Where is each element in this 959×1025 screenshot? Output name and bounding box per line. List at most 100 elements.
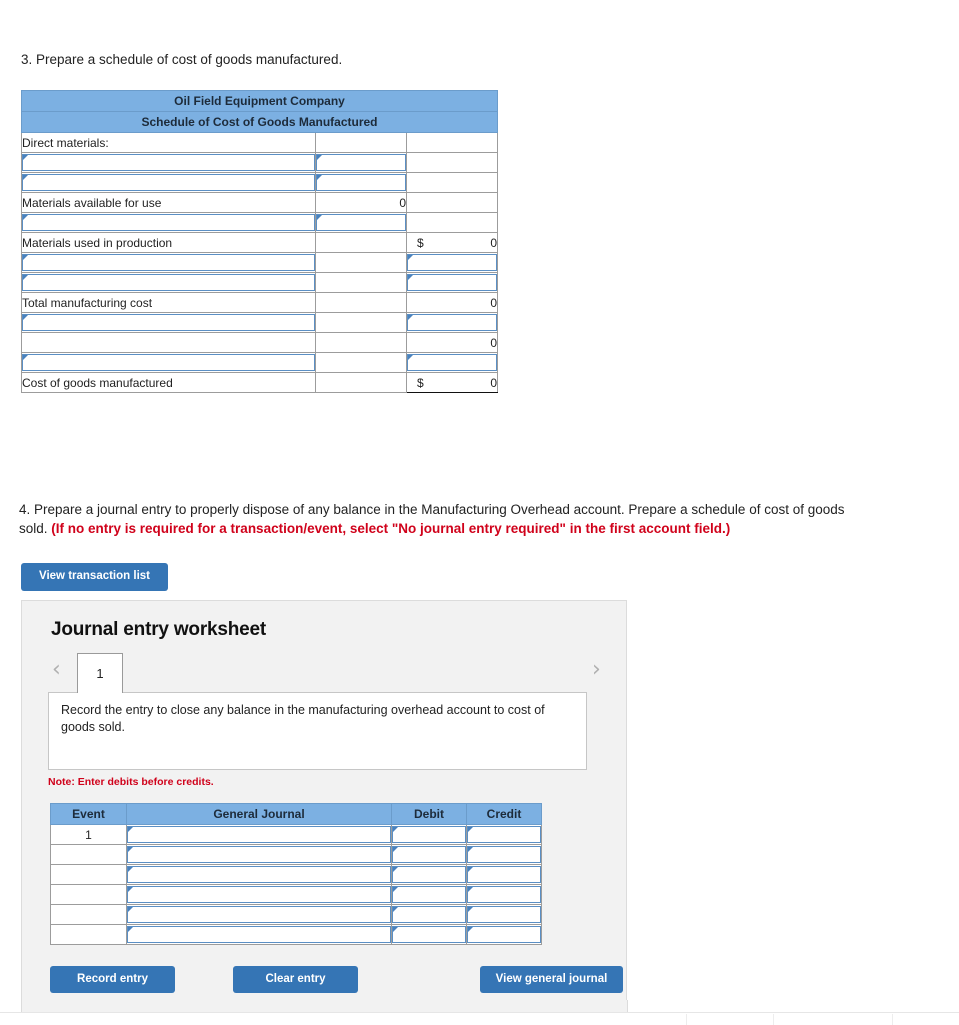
cogm-row-label: Direct materials: [21, 132, 316, 153]
account-dropdown[interactable] [127, 846, 391, 863]
cogm-description-input-cell[interactable] [21, 272, 316, 293]
account-dropdown[interactable] [127, 866, 391, 883]
journal-entry-row [50, 884, 542, 905]
bottom-strip-divider [773, 1014, 774, 1025]
amount-input[interactable] [407, 274, 498, 291]
credit-input[interactable] [467, 866, 541, 883]
debit-input[interactable] [392, 906, 466, 923]
journal-entry-row [50, 924, 542, 945]
amount-input[interactable] [316, 174, 406, 191]
journal-account-input-cell[interactable] [126, 864, 392, 885]
cogm-amount-input-cell[interactable] [315, 172, 407, 193]
page-bottom-strip [0, 1012, 959, 1025]
journal-debit-input-cell[interactable] [391, 864, 467, 885]
account-dropdown[interactable] [127, 906, 391, 923]
debit-input[interactable] [392, 886, 466, 903]
journal-debit-input-cell[interactable] [391, 904, 467, 925]
bottom-strip-divider [686, 1014, 687, 1025]
cogm-row: 0 [21, 332, 499, 353]
cogm-description-input-cell[interactable] [21, 252, 316, 273]
cogm-row [21, 212, 499, 233]
journal-entry-worksheet-title: Journal entry worksheet [51, 619, 267, 640]
cogm-empty-cell [315, 252, 407, 273]
account-dropdown[interactable] [127, 886, 391, 903]
amount-input[interactable] [407, 254, 498, 271]
cogm-row [21, 352, 499, 373]
dollar-sign: $ [417, 375, 424, 390]
record-entry-button[interactable]: Record entry [50, 966, 175, 993]
journal-account-input-cell[interactable] [126, 904, 392, 925]
question-3-prompt: 3. Prepare a schedule of cost of goods m… [21, 50, 921, 69]
cogm-data-rows: Direct materials: Materials available fo… [21, 132, 499, 393]
cogm-amount-input-cell[interactable] [405, 272, 499, 293]
dropdown-input[interactable] [22, 274, 315, 291]
journal-debit-input-cell[interactable] [391, 824, 467, 845]
debit-input[interactable] [392, 866, 466, 883]
cogm-row [21, 272, 499, 293]
dropdown-input[interactable] [22, 174, 315, 191]
journal-credit-input-cell[interactable] [466, 924, 542, 945]
general-journal-body: 1 [50, 824, 542, 945]
cogm-row-label: Materials available for use [21, 192, 316, 213]
total-amount: 0 [490, 375, 498, 390]
journal-event-number [50, 884, 127, 905]
cogm-description-input-cell[interactable] [21, 172, 316, 193]
dropdown-input[interactable] [22, 254, 315, 271]
worksheet-page-tab-1[interactable]: 1 [77, 653, 123, 693]
cogm-description-input-cell[interactable] [21, 312, 316, 333]
dropdown-input[interactable] [22, 154, 315, 171]
journal-credit-input-cell[interactable] [466, 844, 542, 865]
account-dropdown[interactable] [127, 926, 391, 943]
amount-input[interactable] [316, 154, 406, 171]
journal-credit-input-cell[interactable] [466, 904, 542, 925]
journal-account-input-cell[interactable] [126, 924, 392, 945]
question-3-text: 3. Prepare a schedule of cost of goods m… [21, 52, 343, 67]
credit-input[interactable] [467, 926, 541, 943]
cogm-amount-input-cell[interactable] [405, 312, 499, 333]
amount-input[interactable] [316, 214, 406, 231]
journal-account-input-cell[interactable] [126, 824, 392, 845]
credit-input[interactable] [467, 826, 541, 843]
journal-account-input-cell[interactable] [126, 884, 392, 905]
cogm-empty-cell [405, 192, 499, 213]
journal-debit-input-cell[interactable] [391, 884, 467, 905]
view-transaction-list-button[interactable]: View transaction list [21, 563, 168, 591]
cogm-amount-input-cell[interactable] [405, 352, 499, 373]
dropdown-input[interactable] [22, 314, 315, 331]
chevron-right-icon[interactable]: › [592, 659, 601, 681]
debit-input[interactable] [392, 926, 466, 943]
debit-input[interactable] [392, 826, 466, 843]
general-journal-header: Event General Journal Debit Credit [50, 803, 542, 825]
journal-credit-input-cell[interactable] [466, 884, 542, 905]
cogm-total-value: 0 [405, 332, 499, 353]
clear-entry-button[interactable]: Clear entry [233, 966, 358, 993]
cogm-description-input-cell[interactable] [21, 352, 316, 373]
journal-credit-input-cell[interactable] [466, 824, 542, 845]
column-header-debit: Debit [391, 803, 467, 825]
credit-input[interactable] [467, 886, 541, 903]
journal-debit-input-cell[interactable] [391, 844, 467, 865]
cogm-amount-input-cell[interactable] [315, 212, 407, 233]
cogm-amount-input-cell[interactable] [405, 252, 499, 273]
journal-account-input-cell[interactable] [126, 844, 392, 865]
cogm-row-label: Materials used in production [21, 232, 316, 253]
journal-credit-input-cell[interactable] [466, 864, 542, 885]
amount-input[interactable] [407, 354, 498, 371]
debit-input[interactable] [392, 846, 466, 863]
cogm-row-label [21, 332, 316, 353]
credit-input[interactable] [467, 846, 541, 863]
journal-debit-input-cell[interactable] [391, 924, 467, 945]
chevron-left-icon[interactable]: ‹ [52, 659, 61, 681]
cogm-description-input-cell[interactable] [21, 212, 316, 233]
view-general-journal-button[interactable]: View general journal [480, 966, 623, 993]
amount-input[interactable] [407, 314, 498, 331]
cogm-amount-input-cell[interactable] [315, 152, 407, 173]
account-dropdown[interactable] [127, 826, 391, 843]
credit-input[interactable] [467, 906, 541, 923]
dropdown-input[interactable] [22, 214, 315, 231]
dropdown-input[interactable] [22, 354, 315, 371]
cogm-description-input-cell[interactable] [21, 152, 316, 173]
cogm-empty-cell [315, 332, 407, 353]
cost-of-goods-manufactured-table: Oil Field Equipment Company Schedule of … [20, 90, 499, 393]
cogm-empty-cell [405, 212, 499, 233]
